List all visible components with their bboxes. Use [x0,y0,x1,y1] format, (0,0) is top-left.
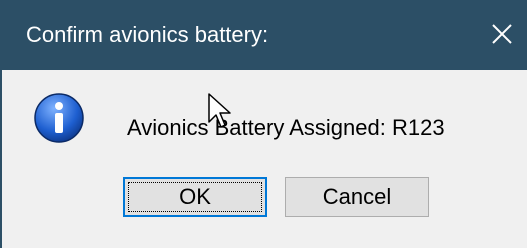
dialog-message: Avionics Battery Assigned: R123 [127,115,445,140]
confirm-dialog: Confirm avionics battery: Avionics Batte… [0,0,527,248]
title-bar[interactable]: Confirm avionics battery: [0,0,527,70]
close-button[interactable] [477,0,527,70]
information-icon [34,93,84,143]
window-title: Confirm avionics battery: [26,22,269,47]
mouse-pointer-icon [208,93,231,128]
focus-ring [128,182,262,212]
cancel-button-label: Cancel [322,184,392,209]
ok-button[interactable]: OK [123,177,267,217]
cancel-button[interactable]: Cancel [285,177,429,217]
dialog-body: Avionics Battery Assigned: R123 OK Cance… [0,70,527,248]
close-icon [492,24,512,44]
